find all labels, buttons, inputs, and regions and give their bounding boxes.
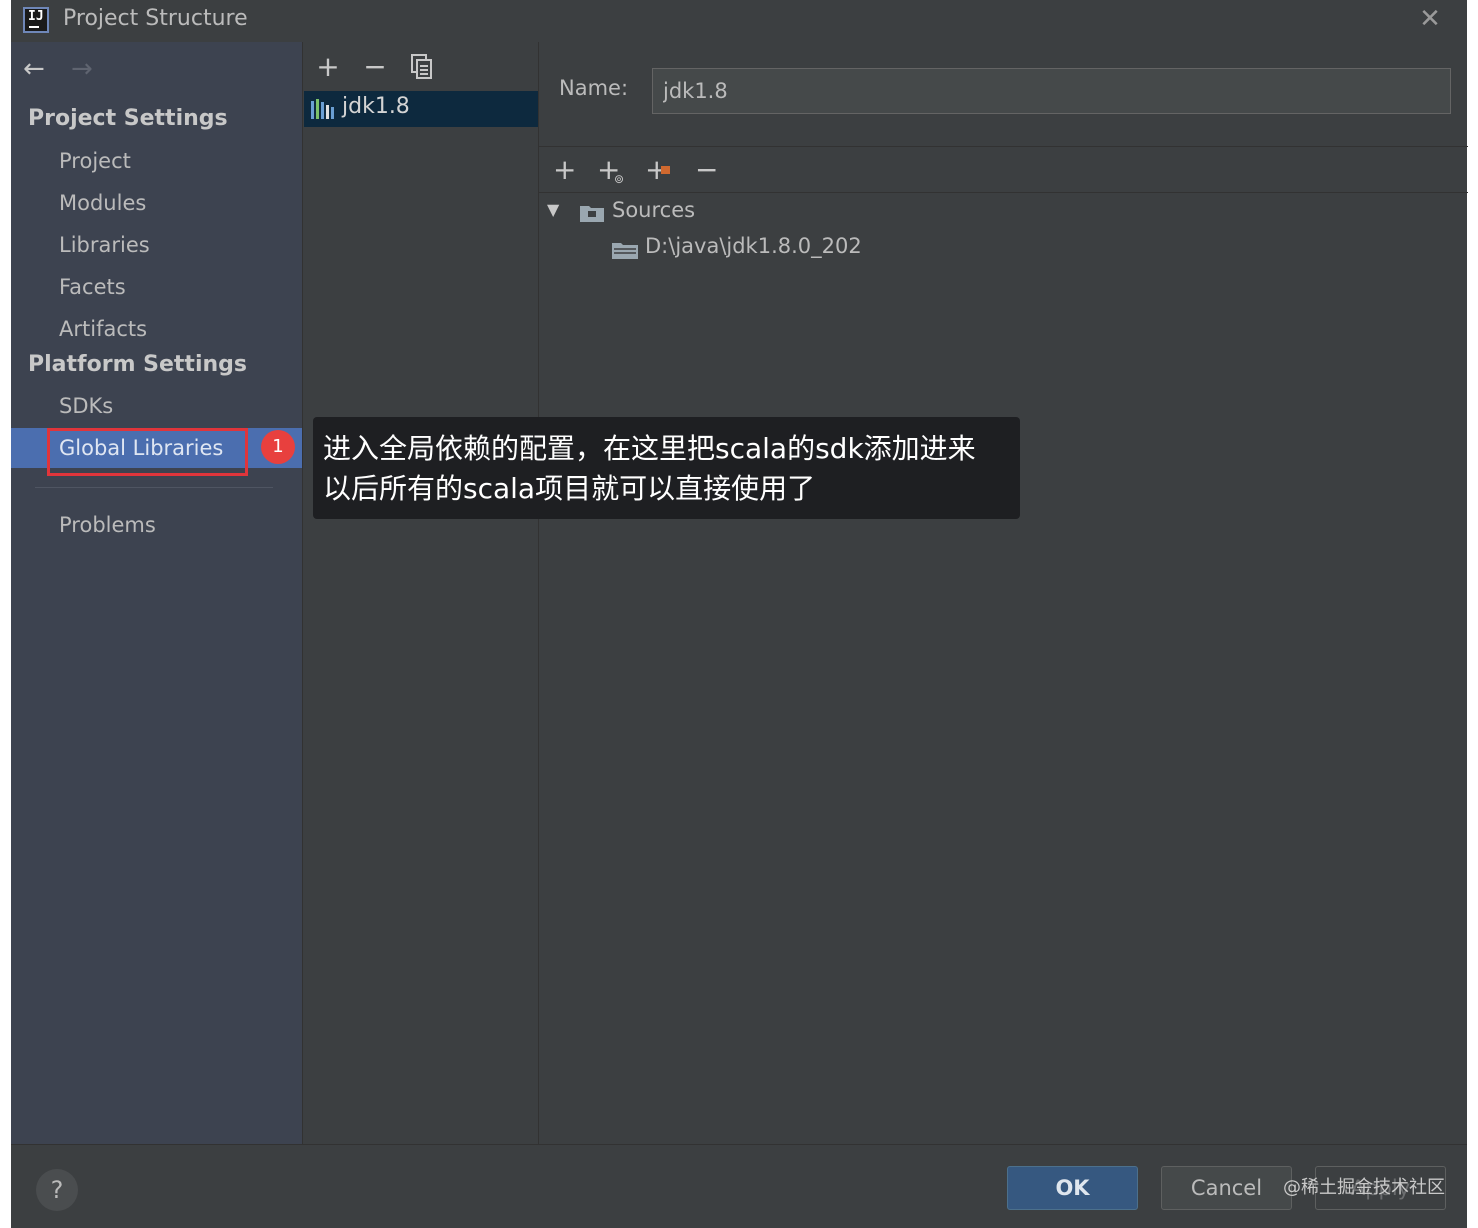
sdk-list-panel: + − jdk1.8 — [302, 42, 538, 1144]
help-button[interactable]: ? — [36, 1169, 78, 1211]
name-label: Name: — [559, 76, 629, 100]
divider — [539, 146, 1468, 147]
library-icon — [311, 99, 334, 119]
copy-icon[interactable] — [405, 50, 439, 84]
step-badge: 1 — [261, 430, 295, 464]
window-title: Project Structure — [63, 6, 248, 31]
close-icon[interactable]: ✕ — [1416, 5, 1444, 33]
add-icon[interactable]: + — [553, 152, 589, 188]
nav-item-artifacts[interactable]: Artifacts — [11, 309, 302, 349]
title-bar: IJ Project Structure ✕ — [11, 0, 1467, 42]
forward-arrow-icon[interactable]: → — [71, 54, 93, 84]
watermark: @稀土掘金技术社区 — [1283, 1177, 1445, 1198]
ok-button[interactable]: OK — [1007, 1166, 1138, 1210]
tree-node-sources[interactable]: Sources — [612, 198, 695, 222]
back-arrow-icon[interactable]: ← — [23, 54, 45, 84]
divider — [539, 192, 1468, 193]
sdk-list-item-label: jdk1.8 — [342, 94, 410, 119]
cancel-button[interactable]: Cancel — [1161, 1166, 1292, 1210]
dialog-footer: ? OK Cancel Apply @稀土掘金技术社区 — [11, 1144, 1467, 1228]
tooltip-line-1: 进入全局依赖的配置，在这里把scala的sdk添加进来 — [323, 432, 976, 465]
expand-triangle-icon[interactable]: ▼ — [547, 200, 559, 219]
annotation-highlight-box — [47, 428, 248, 476]
folder-icon — [580, 206, 604, 222]
nav-divider — [35, 487, 273, 488]
section-project-settings: Project Settings — [28, 106, 228, 131]
annotation-tooltip: 进入全局依赖的配置，在这里把scala的sdk添加进来 以后所有的scala项目… — [313, 417, 1020, 519]
remove-icon[interactable]: − — [358, 50, 392, 84]
remove-icon[interactable]: − — [695, 152, 731, 188]
section-platform-settings: Platform Settings — [28, 352, 247, 377]
nav-item-libraries[interactable]: Libraries — [11, 225, 302, 265]
nav-item-facets[interactable]: Facets — [11, 267, 302, 307]
add-external-icon[interactable]: + — [645, 152, 681, 188]
nav-item-problems[interactable]: Problems — [11, 505, 302, 545]
tooltip-line-2: 以后所有的scala项目就可以直接使用了 — [323, 472, 816, 505]
sdk-list-item[interactable]: jdk1.8 — [304, 91, 538, 127]
intellij-logo-icon: IJ — [23, 7, 49, 33]
nav-item-project[interactable]: Project — [11, 141, 302, 181]
nav-item-sdks[interactable]: SDKs — [11, 386, 302, 426]
add-icon[interactable]: + — [311, 50, 345, 84]
project-structure-dialog: IJ Project Structure ✕ ← → Project Setti… — [11, 0, 1468, 1228]
nav-item-modules[interactable]: Modules — [11, 183, 302, 223]
tree-node-path[interactable]: D:\java\jdk1.8.0_202 — [645, 234, 862, 258]
name-input[interactable] — [652, 68, 1451, 114]
jar-folder-icon — [612, 243, 638, 259]
add-url-icon[interactable]: + ⊚ — [597, 152, 633, 188]
settings-nav: ← → Project Settings Project Modules Lib… — [11, 42, 302, 1144]
sdk-detail-panel: Name: + +⊚ + − ▼ Sources D:\java\jdk1.8.… — [538, 42, 1468, 1144]
